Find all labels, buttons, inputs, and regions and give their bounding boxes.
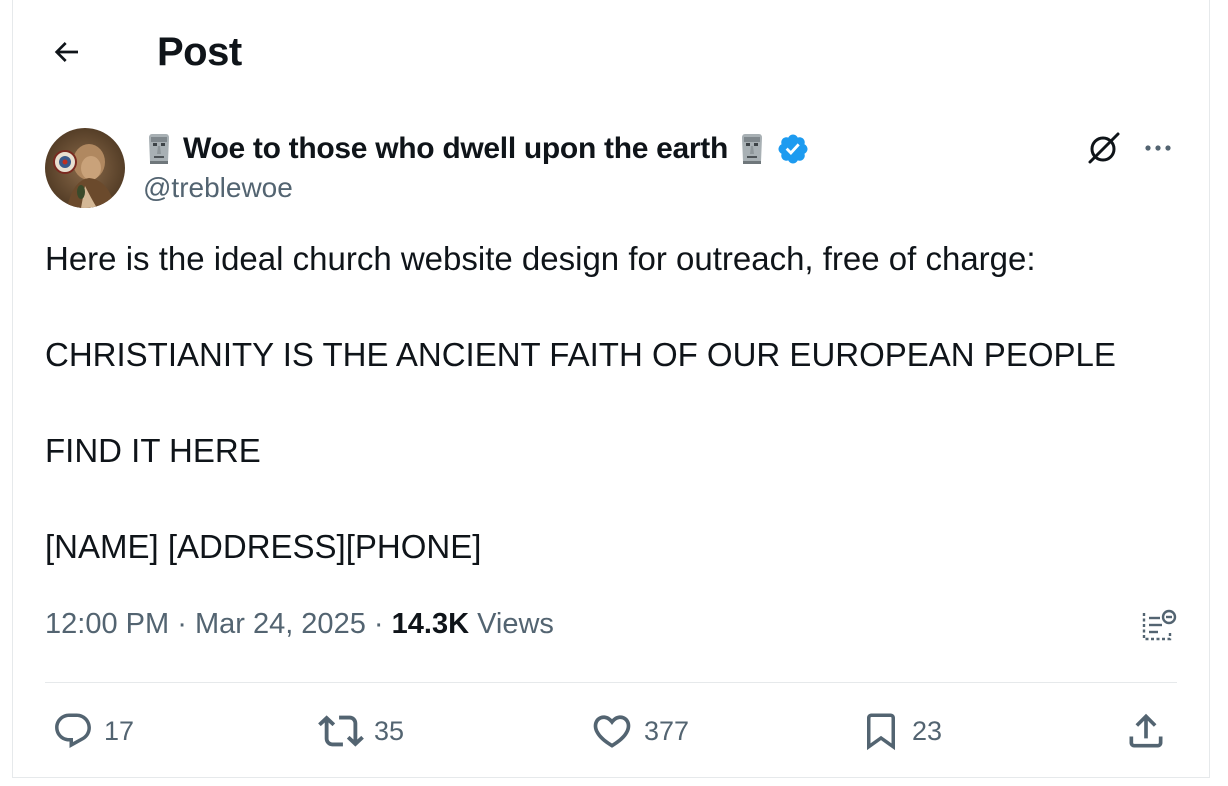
retweet-icon [318, 715, 364, 747]
grok-button[interactable] [1084, 128, 1124, 168]
retweet-button[interactable]: 35 [318, 708, 404, 754]
tweet-meta: 12:00 PM · Mar 24, 2025 · 14.3K Views [45, 608, 554, 641]
share-icon [1129, 713, 1163, 748]
page-title: Post [157, 30, 242, 74]
tweet-date[interactable]: Mar 24, 2025 [195, 608, 366, 640]
author-display-name: Woe to those who dwell upon the earth [183, 132, 729, 165]
bookmark-icon [867, 713, 895, 751]
author-name-row[interactable]: Woe to those who dwell upon the earth [143, 130, 810, 168]
more-horizontal-icon [1145, 145, 1171, 151]
tweet-line: [NAME] [ADDRESS][PHONE] [45, 528, 482, 565]
moai-icon [742, 134, 763, 164]
like-button[interactable]: 377 [590, 708, 689, 754]
like-count: 377 [644, 715, 690, 746]
tweet-time[interactable]: 12:00 PM [45, 608, 169, 640]
divider [45, 682, 1177, 683]
arrow-left-icon [54, 42, 78, 62]
heart-icon [593, 715, 631, 748]
tweet-text: Here is the ideal church website design … [45, 240, 1175, 624]
views-label: Views [477, 608, 554, 640]
retweet-count: 35 [374, 715, 405, 746]
bookmark-count: 23 [912, 715, 943, 746]
more-options-button[interactable] [1138, 128, 1178, 168]
reply-icon [55, 713, 91, 748]
tweet-line: Here is the ideal church website design … [45, 240, 1036, 277]
tweet-line: CHRISTIANITY IS THE ANCIENT FAITH OF OUR… [45, 336, 1116, 373]
tweet-line: FIND IT HERE [45, 432, 261, 469]
share-button[interactable] [1124, 708, 1168, 754]
avatar[interactable] [45, 128, 125, 208]
reply-button[interactable]: 17 [52, 708, 134, 754]
grok-icon [1088, 132, 1120, 164]
meta-separator: · [177, 608, 187, 640]
author-handle[interactable]: @treblewoe [143, 172, 293, 204]
meta-separator: · [373, 608, 384, 640]
reply-count: 17 [104, 715, 135, 746]
bookmark-button[interactable]: 23 [860, 708, 942, 754]
moai-icon [149, 134, 169, 164]
analytics-button[interactable] [1136, 603, 1180, 647]
verified-badge-icon [778, 134, 808, 164]
analytics-icon [1142, 609, 1177, 641]
back-button[interactable] [46, 32, 86, 72]
views-count: 14.3K [391, 608, 470, 640]
